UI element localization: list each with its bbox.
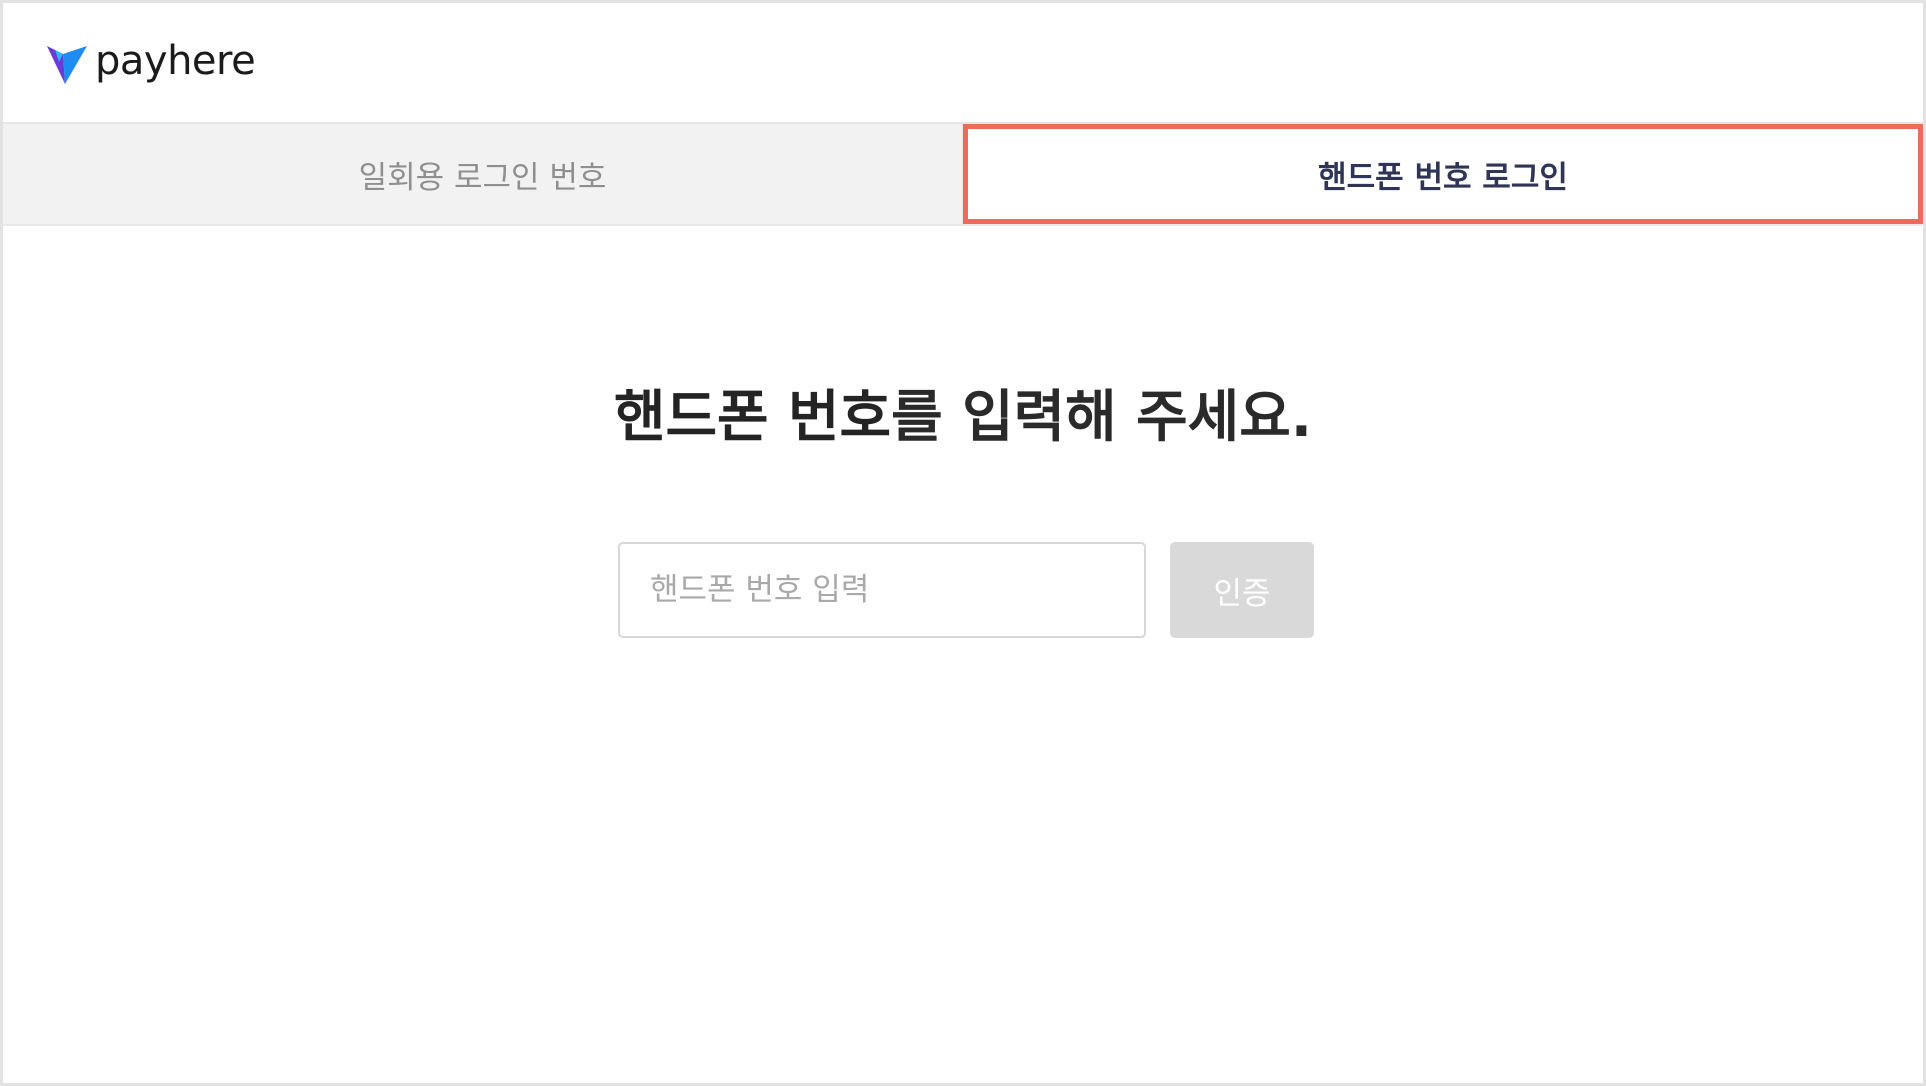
tab-one-time-login-code[interactable]: 일회용 로그인 번호 <box>3 124 963 224</box>
payhere-logo[interactable]: payhere <box>43 37 256 86</box>
phone-login-panel: 핸드폰 번호를 입력해 주세요. 인증 <box>3 226 1923 1086</box>
login-method-tabs: 일회용 로그인 번호 핸드폰 번호 로그인 <box>3 124 1923 226</box>
payhere-logo-icon <box>47 45 87 84</box>
phone-number-input[interactable] <box>618 542 1146 638</box>
top-header: payhere <box>3 3 1923 124</box>
page-title: 핸드폰 번호를 입력해 주세요. <box>3 390 1923 446</box>
tab-label: 핸드폰 번호 로그인 <box>1318 159 1568 196</box>
app-window: payhere 일회용 로그인 번호 핸드폰 번호 로그인 핸드폰 번호를 입력… <box>0 0 1926 1086</box>
title-rest: 를 입력해 주세요. <box>891 385 1312 450</box>
title-emphasis: 핸드폰 번호 <box>613 385 892 450</box>
verify-button[interactable]: 인증 <box>1170 542 1314 638</box>
phone-form: 인증 <box>618 542 1314 638</box>
tab-label: 일회용 로그인 번호 <box>358 159 607 196</box>
tab-phone-number-login[interactable]: 핸드폰 번호 로그인 <box>963 124 1923 224</box>
brand-name: payhere <box>95 37 256 84</box>
